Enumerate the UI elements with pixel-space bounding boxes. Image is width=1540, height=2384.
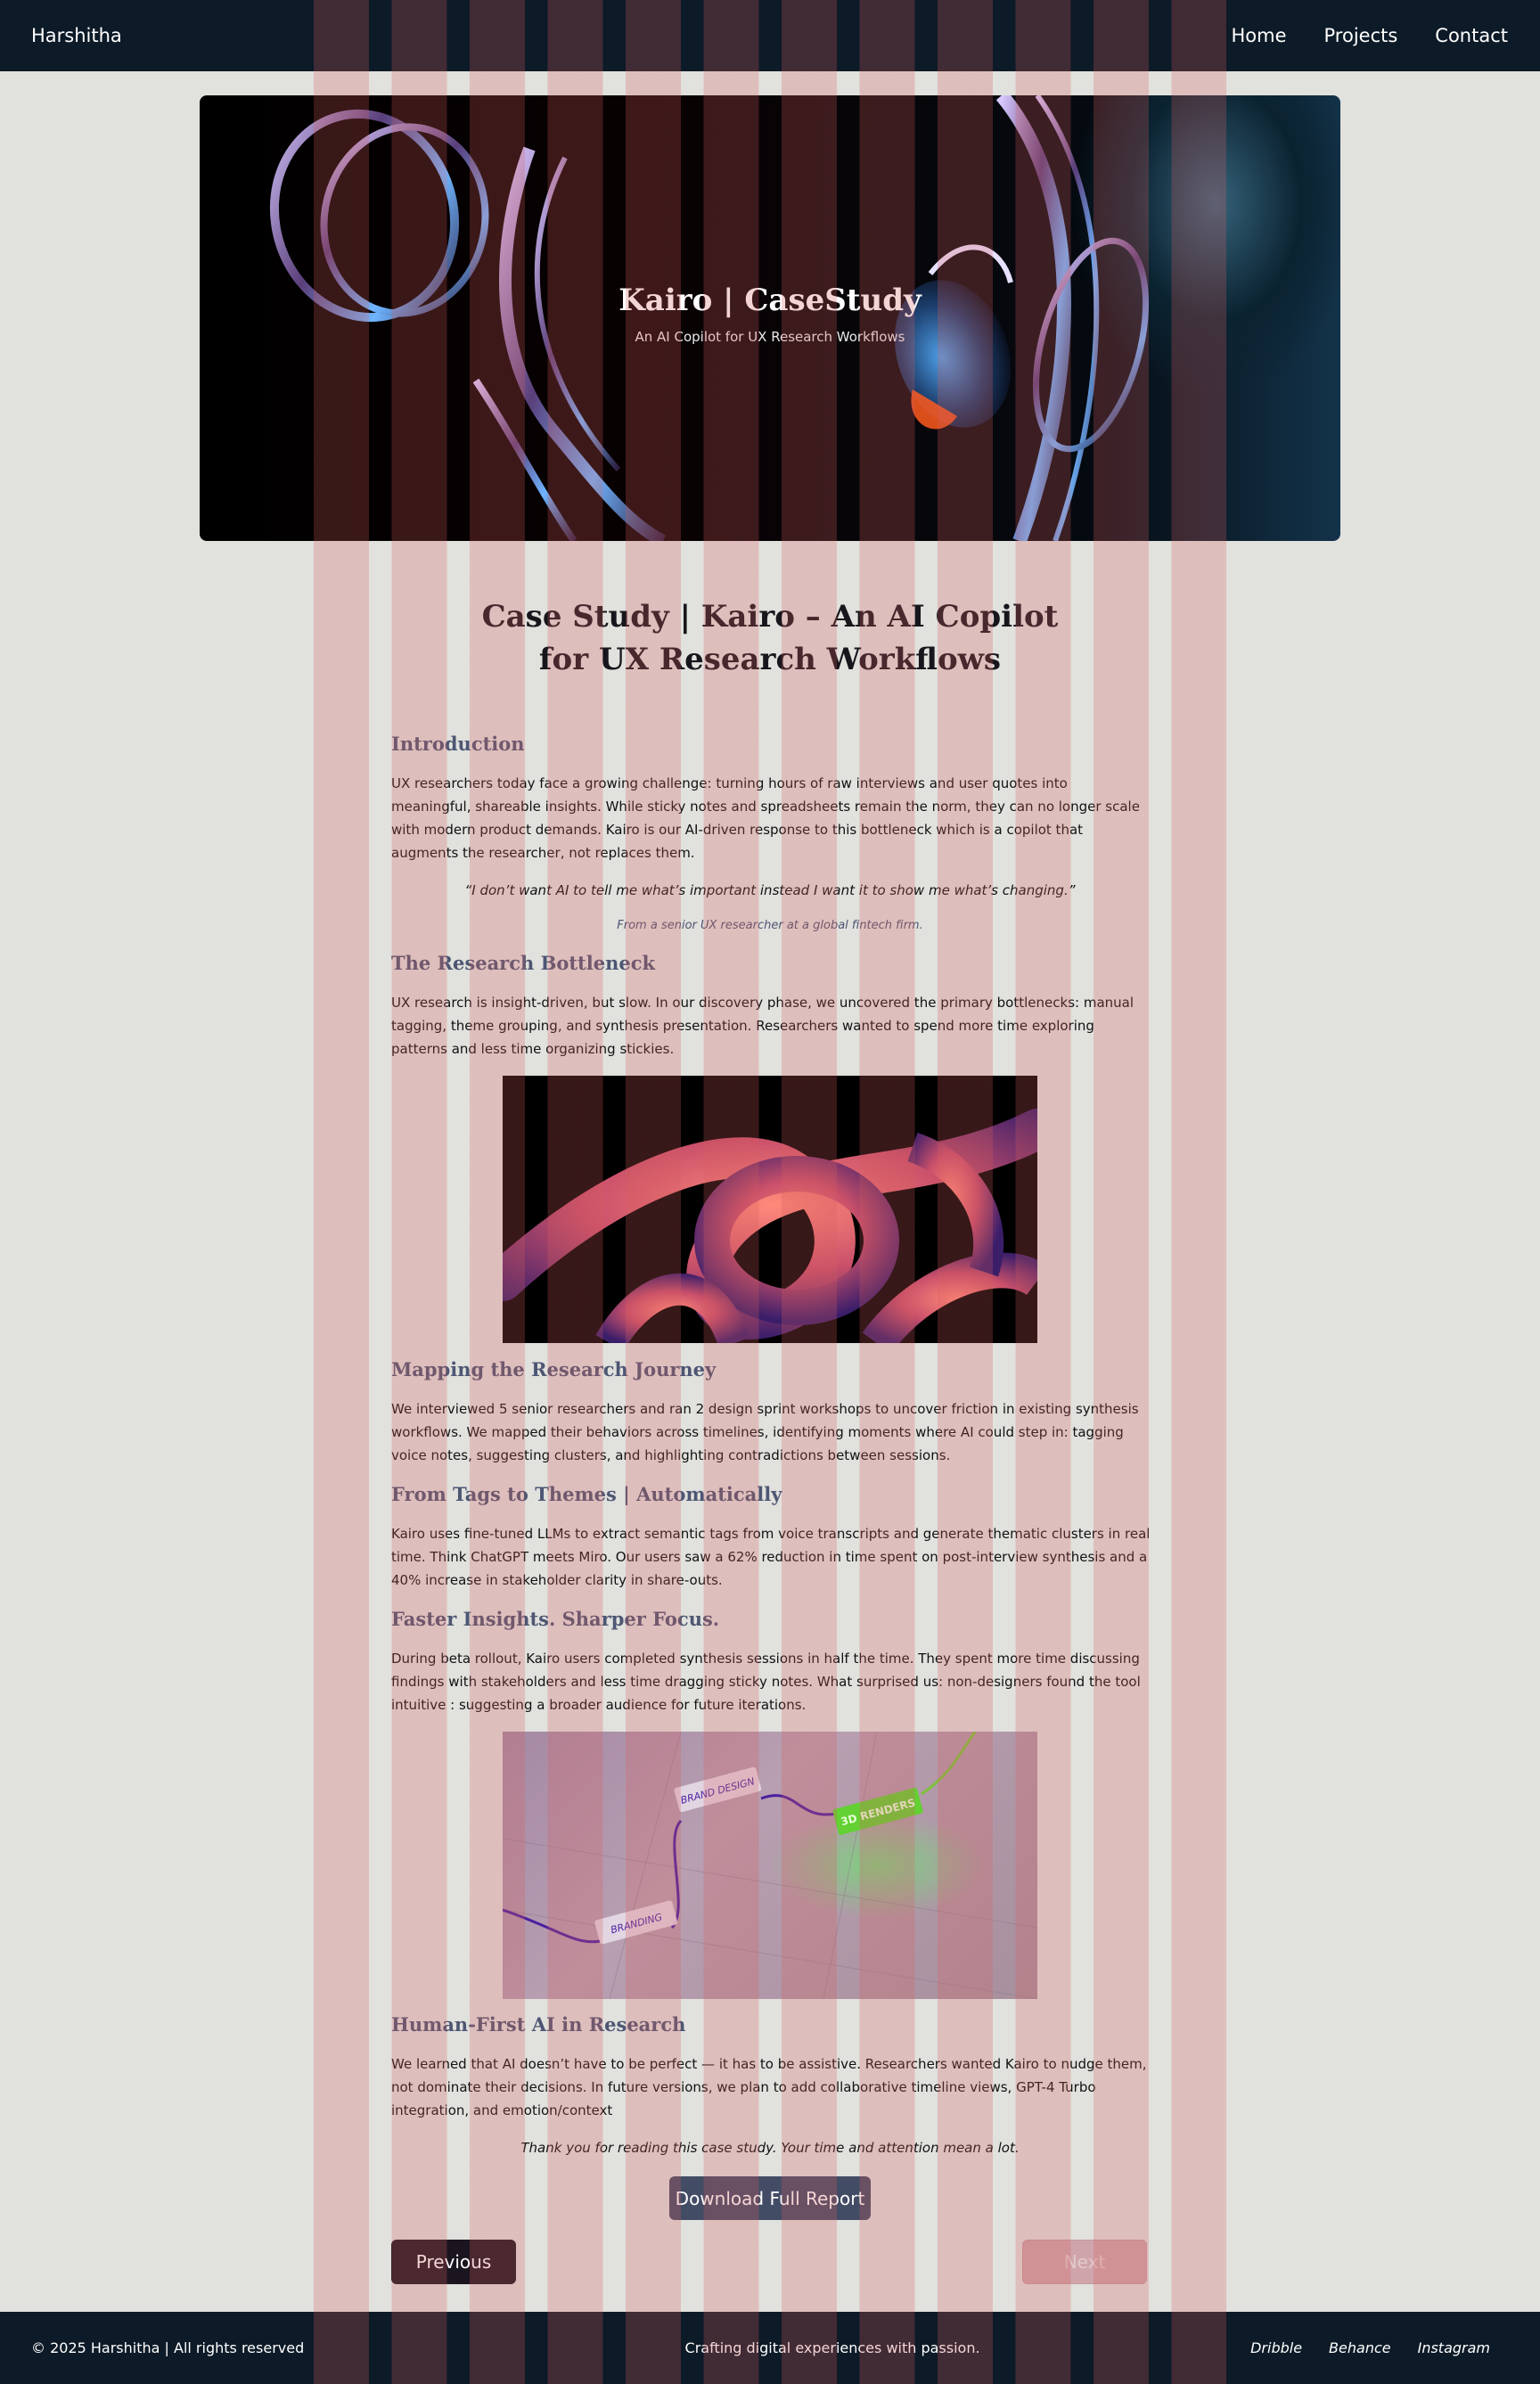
section-heading-research-bottleneck: The Research Bottleneck bbox=[391, 952, 656, 974]
previous-button[interactable]: Previous bbox=[391, 2240, 516, 2284]
brand-name[interactable]: Harshitha bbox=[31, 25, 122, 46]
footer-links: Dribble Behance Instagram bbox=[1250, 2339, 1490, 2356]
section-body-research-bottleneck: UX research is insight-driven, but slow.… bbox=[391, 995, 1135, 1057]
footer-tagline: Crafting digital experiences with passio… bbox=[684, 2339, 980, 2356]
site-footer: © 2025 Harshitha | All rights reserved C… bbox=[0, 2312, 1540, 2384]
section-body-faster-insights: During beta rollout, Kairo users complet… bbox=[391, 1651, 1141, 1713]
section-heading-tags-to-themes: From Tags to Themes | Automatically bbox=[391, 1483, 782, 1505]
hero-title: Kairo | CaseStudy bbox=[618, 283, 922, 318]
next-button[interactable]: Next bbox=[1022, 2240, 1147, 2284]
section-body-introduction: UX researchers today face a growing chal… bbox=[391, 775, 1140, 861]
section-heading-introduction: Introduction bbox=[391, 733, 525, 755]
main-nav: Home Projects Contact bbox=[1231, 25, 1508, 46]
footer-link-behance[interactable]: Behance bbox=[1329, 2339, 1391, 2356]
nav-contact[interactable]: Contact bbox=[1435, 25, 1508, 46]
section-body-human-first: We learned that AI doesn’t have to be pe… bbox=[391, 2056, 1147, 2118]
section-heading-mapping-journey: Mapping the Research Journey bbox=[391, 1358, 717, 1380]
section-body-tags-to-themes: Kairo uses fine-tuned LLMs to extract se… bbox=[391, 1526, 1151, 1588]
section-body-mapping-journey: We interviewed 5 senior researchers and … bbox=[391, 1401, 1139, 1463]
footer-link-dribble[interactable]: Dribble bbox=[1250, 2339, 1302, 2356]
hero-banner: Kairo | CaseStudy An AI Copilot for UX R… bbox=[200, 95, 1340, 541]
page-title-line-1: Case Study | Kairo – An AI Copilot bbox=[481, 599, 1059, 635]
pull-quote: “I don’t want AI to tell me what’s impor… bbox=[464, 882, 1076, 898]
page-title-line-2: for UX Research Workflows bbox=[538, 642, 1002, 677]
section-heading-faster-insights: Faster Insights. Sharper Focus. bbox=[391, 1608, 720, 1630]
nav-home[interactable]: Home bbox=[1231, 25, 1286, 46]
branding-tags-image: BRAND DESIGN 3D RENDERS BRANDING bbox=[503, 1732, 1037, 1999]
thanks-note: Thank you for reading this case study. Y… bbox=[520, 2140, 1020, 2156]
nav-projects[interactable]: Projects bbox=[1324, 25, 1398, 46]
site-header: Harshitha Home Projects Contact bbox=[0, 0, 1540, 71]
footer-copyright: © 2025 Harshitha | All rights reserved bbox=[31, 2339, 305, 2356]
abstract-knot-image bbox=[503, 1076, 1037, 1343]
hero-abstract-art bbox=[269, 95, 1150, 541]
quote-source: From a senior UX researcher at a global … bbox=[617, 919, 923, 932]
footer-link-instagram[interactable]: Instagram bbox=[1418, 2339, 1490, 2356]
page-title: Case Study | Kairo – An AI Copilot for U… bbox=[314, 595, 1226, 681]
section-heading-human-first: Human-First AI in Research bbox=[391, 2013, 686, 2036]
hero-subtitle: An AI Copilot for UX Research Workflows bbox=[635, 329, 905, 345]
download-report-button[interactable]: Download Full Report bbox=[669, 2176, 871, 2220]
